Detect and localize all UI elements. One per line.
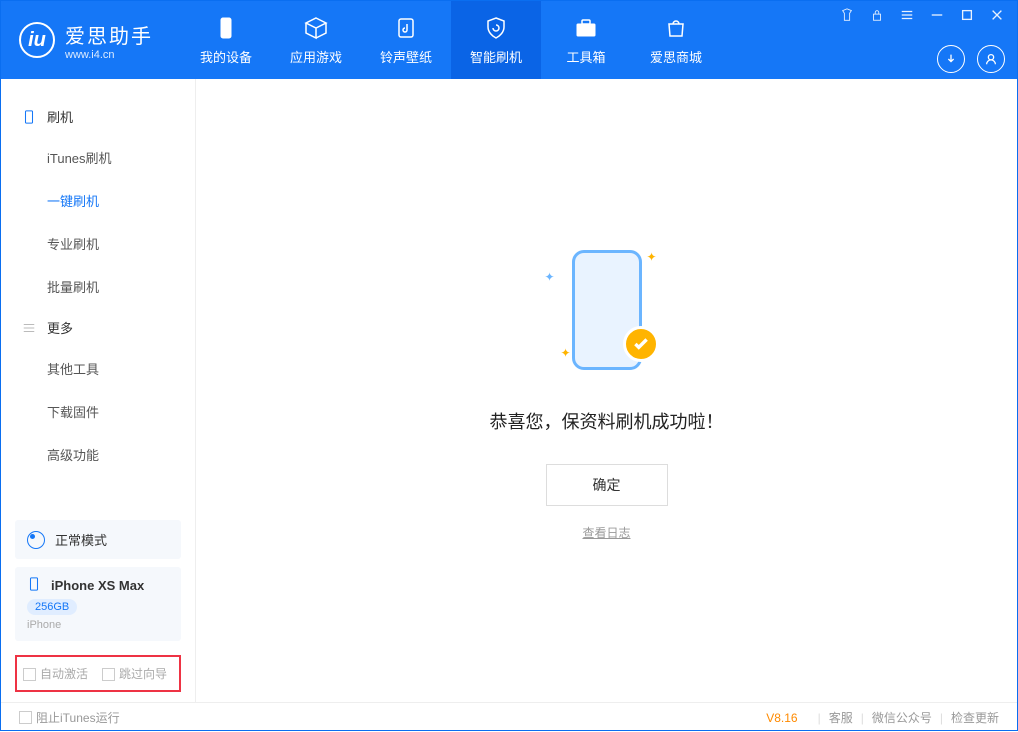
bag-icon	[663, 15, 689, 41]
window-controls	[839, 7, 1005, 23]
sidebar: 刷机 iTunes刷机 一键刷机 专业刷机 批量刷机 更多 其他工具 下载固件 …	[1, 79, 196, 702]
device-name: iPhone XS Max	[51, 578, 144, 593]
logo-icon: iu	[19, 22, 55, 58]
storage-badge: 256GB	[27, 599, 77, 615]
view-log-link[interactable]: 查看日志	[582, 524, 630, 541]
success-message: 恭喜您，保资料刷机成功啦！	[490, 408, 724, 434]
sidebar-group-flash: 刷机	[1, 97, 195, 136]
nav-apps[interactable]: 应用游戏	[271, 1, 361, 79]
nav-toolbox[interactable]: 工具箱	[541, 1, 631, 79]
sidebar-item-advanced[interactable]: 高级功能	[1, 433, 195, 476]
toolbox-icon	[573, 15, 599, 41]
success-illustration: ✦ ✦ ✦	[537, 240, 677, 380]
shirt-icon[interactable]	[839, 7, 855, 23]
highlighted-options: 自动激活 跳过向导	[15, 655, 181, 692]
main-content: ✦ ✦ ✦ 恭喜您，保资料刷机成功啦！ 确定 查看日志	[196, 79, 1017, 702]
sidebar-item-itunes-flash[interactable]: iTunes刷机	[1, 136, 195, 179]
cube-icon	[303, 15, 329, 41]
sparkle-icon: ✦	[545, 270, 555, 284]
skip-guide-checkbox[interactable]: 跳过向导	[102, 665, 167, 682]
lock-icon[interactable]	[869, 7, 885, 23]
footer-link-wechat[interactable]: 微信公众号	[872, 709, 932, 726]
nav-ringtone[interactable]: 铃声壁纸	[361, 1, 451, 79]
nav-my-device[interactable]: 我的设备	[181, 1, 271, 79]
maximize-button[interactable]	[959, 7, 975, 23]
music-file-icon	[393, 15, 419, 41]
minimize-button[interactable]	[929, 7, 945, 23]
logo-area: iu 爱思助手 www.i4.cn	[1, 1, 171, 79]
device-icon	[21, 109, 37, 125]
user-button[interactable]	[977, 45, 1005, 73]
phone-outline-icon	[27, 577, 43, 593]
device-type: iPhone	[27, 619, 169, 631]
ok-button[interactable]: 确定	[546, 464, 668, 506]
check-badge-icon	[623, 326, 659, 362]
app-title: 爱思助手	[65, 20, 153, 49]
sidebar-item-oneclick-flash[interactable]: 一键刷机	[1, 179, 195, 222]
header: iu 爱思助手 www.i4.cn 我的设备 应用游戏 铃声壁纸 智能刷机 工具…	[1, 1, 1017, 79]
version-label: V8.16	[766, 711, 797, 725]
download-button[interactable]	[937, 45, 965, 73]
list-icon	[21, 320, 37, 336]
mode-box[interactable]: 正常模式	[15, 520, 181, 559]
nav-store[interactable]: 爱思商城	[631, 1, 721, 79]
sparkle-icon: ✦	[646, 250, 656, 264]
footer-link-update[interactable]: 检查更新	[951, 709, 999, 726]
nav-flash[interactable]: 智能刷机	[451, 1, 541, 79]
sidebar-item-other-tools[interactable]: 其他工具	[1, 347, 195, 390]
sidebar-group-more: 更多	[1, 308, 195, 347]
footer: 阻止iTunes运行 V8.16 | 客服 | 微信公众号 | 检查更新	[1, 702, 1017, 732]
top-nav: 我的设备 应用游戏 铃声壁纸 智能刷机 工具箱 爱思商城	[181, 1, 721, 79]
sidebar-item-pro-flash[interactable]: 专业刷机	[1, 222, 195, 265]
phone-icon	[213, 15, 239, 41]
menu-icon[interactable]	[899, 7, 915, 23]
sidebar-item-batch-flash[interactable]: 批量刷机	[1, 265, 195, 308]
app-subtitle: www.i4.cn	[65, 49, 153, 61]
shield-refresh-icon	[483, 15, 509, 41]
footer-link-service[interactable]: 客服	[829, 709, 853, 726]
mode-indicator-icon	[27, 531, 45, 549]
close-button[interactable]	[989, 7, 1005, 23]
block-itunes-checkbox[interactable]: 阻止iTunes运行	[19, 709, 120, 726]
header-right	[839, 1, 1005, 79]
auto-activate-checkbox[interactable]: 自动激活	[23, 665, 88, 682]
device-box[interactable]: iPhone XS Max 256GB iPhone	[15, 567, 181, 641]
sidebar-item-firmware[interactable]: 下载固件	[1, 390, 195, 433]
sparkle-icon: ✦	[561, 346, 571, 360]
mode-label: 正常模式	[55, 530, 107, 549]
